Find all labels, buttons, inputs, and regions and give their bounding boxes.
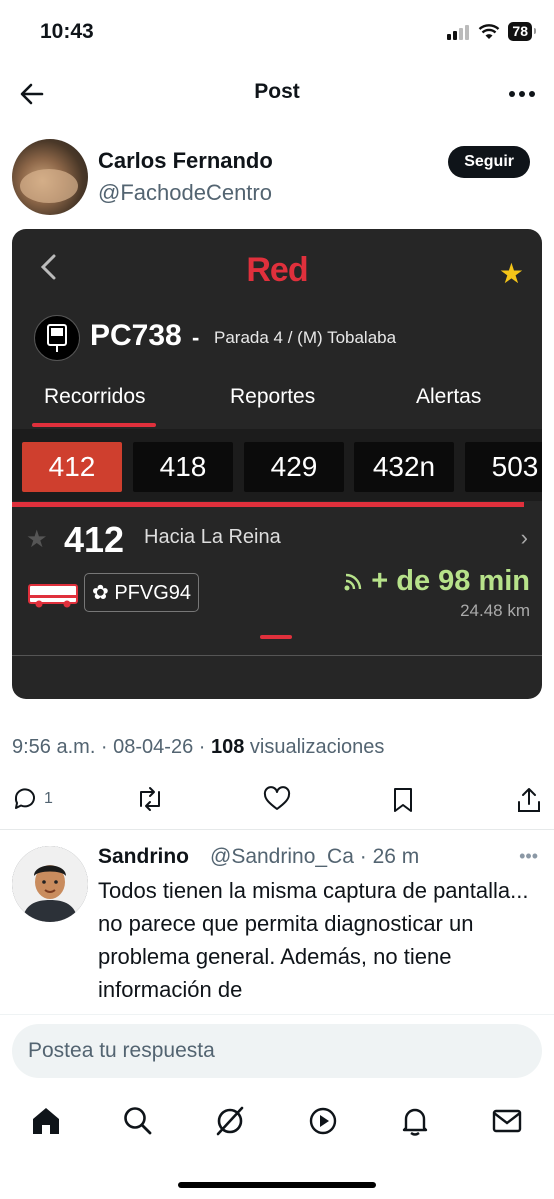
route-chip: 429	[244, 442, 344, 492]
reply-more-icon[interactable]: •••	[519, 846, 538, 867]
status-time: 10:43	[40, 20, 94, 43]
grok-icon	[216, 1106, 244, 1136]
home-indicator	[178, 1182, 376, 1188]
plate-icon: ✿	[92, 582, 109, 604]
cellular-signal-icon	[447, 24, 470, 40]
bell-icon	[402, 1108, 428, 1136]
repost-button[interactable]	[135, 786, 165, 812]
post-image[interactable]: Red ★ PC738 - Parada 4 / (M) Tobalaba Re…	[12, 229, 542, 699]
battery-icon: 78	[508, 22, 536, 41]
bookmark-icon	[394, 788, 412, 812]
tab-reportes: Reportes	[230, 385, 316, 408]
route-chip: 503	[465, 442, 542, 492]
author-avatar[interactable]	[12, 139, 88, 215]
search-tab[interactable]	[121, 1104, 155, 1138]
page-title: Post	[254, 80, 300, 103]
active-tab-indicator	[32, 423, 156, 427]
messages-tab[interactable]	[490, 1104, 524, 1138]
like-button[interactable]	[263, 786, 291, 812]
reply-text: Todos tienen la misma captura de pantall…	[98, 878, 529, 1002]
route-direction: Hacia La Reina	[144, 526, 281, 548]
distance-label: 24.48 km	[460, 601, 530, 620]
wifi-icon	[479, 23, 500, 39]
reply-input[interactable]: Postea tu respuesta	[12, 1024, 542, 1078]
share-icon	[518, 788, 540, 812]
mail-icon	[492, 1109, 522, 1133]
plate-number: PFVG94	[114, 582, 192, 604]
stop-separator: -	[192, 325, 200, 350]
action-bar: 1	[0, 786, 554, 818]
reply-icon	[14, 788, 35, 809]
post-timestamp: 9:56 a.m. · 08-04-26 ·	[12, 736, 211, 758]
chevron-right-icon: ›	[520, 525, 528, 550]
bookmark-button[interactable]	[391, 786, 415, 814]
selected-route-number: 412	[64, 519, 125, 560]
play-circle-icon	[309, 1107, 337, 1135]
status-indicators: 78	[446, 22, 536, 41]
star-filled-icon: ★	[498, 258, 524, 289]
post-meta: 9:56 a.m. · 08-04-26 · 108 visualizacion…	[12, 736, 384, 759]
route-chip: 432n	[354, 442, 454, 492]
heart-icon	[263, 786, 291, 810]
more-horizontal-icon	[509, 91, 535, 97]
divider	[0, 829, 554, 830]
bus-stop-icon	[34, 315, 80, 361]
share-button[interactable]	[516, 786, 542, 814]
star-outline-icon: ★	[26, 526, 48, 553]
bus-icon	[28, 583, 78, 609]
reply-count: 1	[44, 790, 53, 807]
video-tab[interactable]	[306, 1104, 340, 1138]
divider	[12, 655, 542, 656]
repost-icon	[140, 787, 160, 811]
rss-signal-icon	[344, 574, 362, 591]
route-progress-line	[12, 502, 524, 507]
author-name[interactable]: Carlos Fernando	[98, 148, 273, 174]
view-label: visualizaciones	[244, 736, 385, 758]
eta-label: + de 98 min	[343, 565, 530, 598]
red-logo: Red	[246, 251, 308, 289]
license-plate: ✿ PFVG94	[84, 573, 200, 612]
search-icon	[124, 1107, 152, 1135]
view-count: 108	[210, 736, 245, 758]
tab-recorridos: Recorridos	[44, 385, 146, 408]
route-chip: 418	[133, 442, 233, 492]
home-tab[interactable]	[29, 1104, 63, 1138]
more-options-button[interactable]	[508, 84, 536, 109]
reply-avatar[interactable]	[12, 846, 88, 922]
tab-alertas: Alertas	[416, 385, 482, 408]
route-chip: 412	[22, 442, 122, 492]
stop-code: PC738	[90, 319, 182, 352]
home-icon	[33, 1108, 59, 1134]
author-handle[interactable]: @FachodeCentro	[98, 180, 272, 206]
eta-value: + de 98 min	[371, 565, 530, 597]
follow-button[interactable]: Seguir	[448, 146, 530, 178]
reply-author-name[interactable]: Sandrino	[98, 845, 189, 869]
page-indicator	[260, 635, 292, 639]
grok-tab[interactable]	[213, 1104, 247, 1138]
notifications-tab[interactable]	[398, 1104, 432, 1138]
stop-name: Parada 4 / (M) Tobalaba	[214, 328, 397, 347]
reply-author-handle[interactable]: @Sandrino_Ca · 26 m	[210, 845, 419, 869]
reply-button[interactable]: 1	[12, 786, 53, 812]
